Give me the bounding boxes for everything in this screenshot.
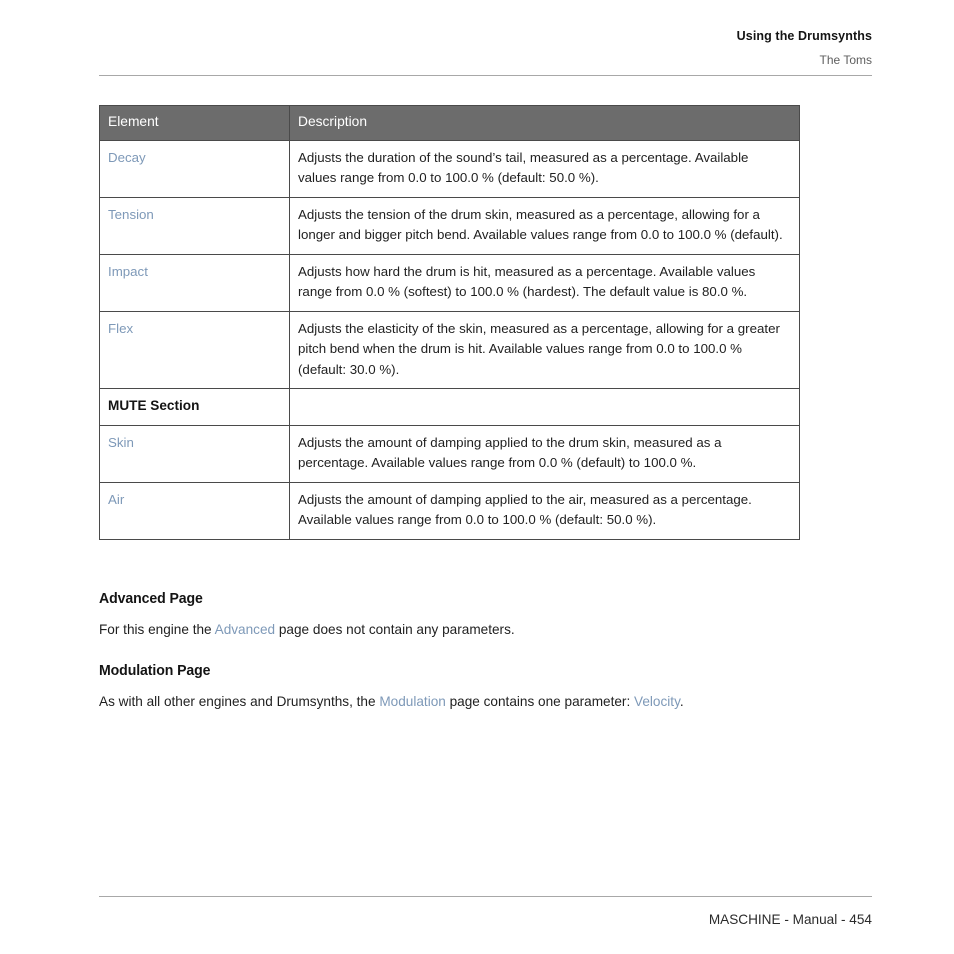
parameter-link[interactable]: Decay: [108, 150, 146, 165]
section-advanced-page: Advanced Page For this engine the Advanc…: [99, 590, 800, 640]
inline-link[interactable]: Velocity: [634, 694, 680, 709]
section-heading: Advanced Page: [99, 590, 203, 607]
cell-description: Adjusts the amount of damping applied to…: [289, 424, 800, 483]
column-header-element: Element: [99, 105, 290, 141]
document-page: Using the Drumsynths The Toms Element De…: [0, 0, 954, 954]
section-label: MUTE Section: [108, 398, 200, 413]
paragraph-text: For this engine the: [99, 622, 215, 637]
footer-rule: [99, 896, 872, 897]
table-row: Tension Adjusts the tension of the drum s…: [99, 196, 800, 255]
cell-element: Impact: [99, 253, 290, 312]
page-footer: MASCHINE - Manual - 454: [708, 912, 872, 927]
table-row: MUTE Section: [99, 388, 800, 426]
table-row: Flex Adjusts the elasticity of the skin, …: [99, 310, 800, 389]
section-paragraph: As with all other engines and Drumsynths…: [99, 691, 800, 712]
table-head: Element Description: [99, 105, 800, 141]
inline-link[interactable]: Modulation: [379, 694, 446, 709]
cell-description: Adjusts how hard the drum is hit, measur…: [289, 253, 800, 312]
section-heading: Modulation Page: [99, 662, 211, 679]
table-row: Decay Adjusts the duration of the sound’s…: [99, 139, 800, 198]
table-row: Skin Adjusts the amount of damping applie…: [99, 424, 800, 483]
cell-description: [289, 388, 800, 426]
paragraph-text: page contains one parameter:: [445, 694, 635, 709]
cell-description: Adjusts the elasticity of the skin, meas…: [289, 310, 800, 389]
table-body: Decay Adjusts the duration of the sound’s…: [99, 139, 800, 540]
cell-element: Decay: [99, 139, 290, 198]
cell-element: Flex: [99, 310, 290, 389]
table-row: Impact Adjusts how hard the drum is hit, …: [99, 253, 800, 312]
parameter-table: Element Description Decay Adjusts the dur…: [99, 105, 800, 540]
inline-link[interactable]: Advanced: [215, 622, 275, 637]
table-header-row: Element Description: [99, 105, 800, 141]
running-head-subtitle: The Toms: [819, 53, 872, 67]
column-header-description: Description: [289, 105, 800, 141]
cell-element: MUTE Section: [99, 388, 290, 426]
parameter-link[interactable]: Skin: [108, 435, 134, 450]
running-head-title: Using the Drumsynths: [736, 29, 872, 43]
section-paragraph: For this engine the Advanced page does n…: [99, 619, 800, 640]
parameter-link[interactable]: Flex: [108, 321, 133, 336]
cell-description: Adjusts the tension of the drum skin, me…: [289, 196, 800, 255]
cell-element: Tension: [99, 196, 290, 255]
parameter-link[interactable]: Impact: [108, 264, 148, 279]
parameter-link[interactable]: Air: [108, 492, 124, 507]
paragraph-text: .: [679, 694, 684, 709]
section-modulation-page: Modulation Page As with all other engine…: [99, 662, 800, 712]
paragraph-text: page does not contain any parameters.: [275, 622, 515, 637]
paragraph-text: As with all other engines and Drumsynths…: [99, 694, 380, 709]
cell-description: Adjusts the amount of damping applied to…: [289, 481, 800, 540]
table-row: Air Adjusts the amount of damping applied…: [99, 481, 800, 540]
cell-element: Air: [99, 481, 290, 540]
parameter-link[interactable]: Tension: [108, 207, 154, 222]
header-rule: [99, 75, 872, 76]
cell-element: Skin: [99, 424, 290, 483]
cell-description: Adjusts the duration of the sound’s tail…: [289, 139, 800, 198]
running-head: Using the Drumsynths The Toms: [99, 28, 872, 68]
